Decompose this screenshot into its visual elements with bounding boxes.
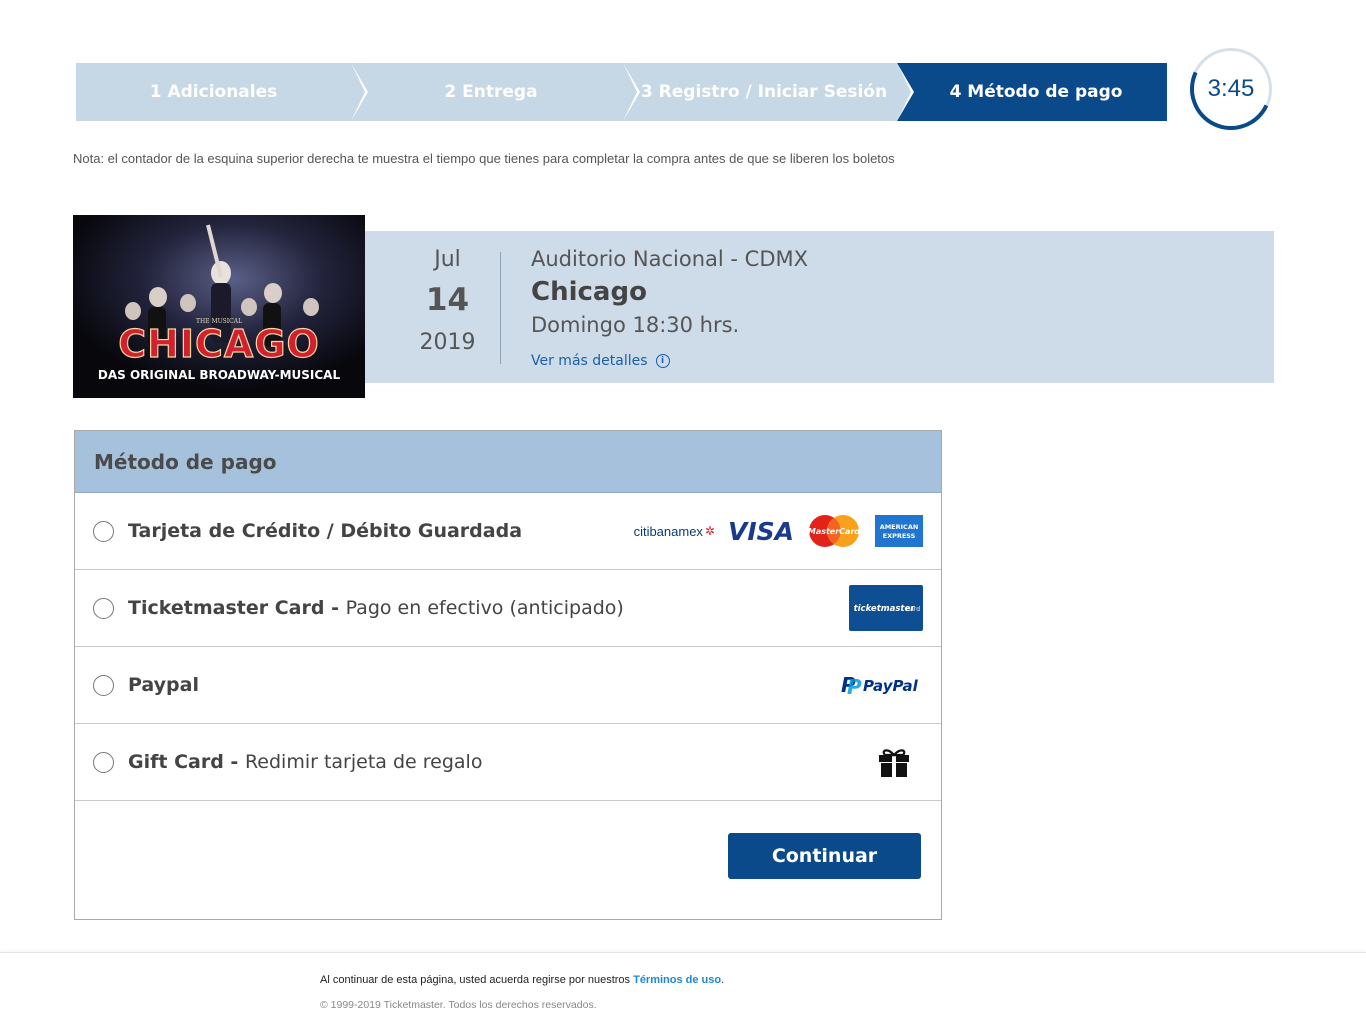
- mastercard-logo: MasterCard: [808, 515, 861, 547]
- ticketmaster-card-logo: ticketmaster Card: [849, 585, 923, 631]
- footer: Al continuar de esta página, usted acuer…: [0, 952, 1366, 1028]
- poster-image: THE MUSICAL CHICAGO DAS ORIGINAL BROADWA…: [73, 215, 365, 398]
- svg-text:AMERICAN: AMERICAN: [880, 523, 919, 531]
- option-gift-card[interactable]: Gift Card - Redimir tarjeta de regalo: [75, 724, 941, 801]
- paypal-logo: P P PayPal: [841, 673, 919, 698]
- checkout-stepper: 1 Adicionales 2 Entrega 3 Registro / Ini…: [76, 63, 1167, 121]
- terms-text: Al continuar de esta página, usted acuer…: [320, 974, 725, 986]
- event-day: 14: [425, 282, 470, 318]
- date-divider: [500, 252, 501, 364]
- event-venue: Auditorio Nacional - CDMX: [531, 247, 808, 271]
- step-adicionales[interactable]: 1 Adicionales: [76, 63, 368, 121]
- citibanamex-logo: citibanamex ✲: [633, 523, 715, 539]
- option-label: Ticketmaster Card -: [128, 597, 346, 619]
- poster-title: CHICAGO: [118, 322, 320, 366]
- radio-gift-card[interactable]: [93, 751, 114, 773]
- option-paypal[interactable]: Paypal P P PayPal: [75, 647, 941, 724]
- svg-text:VISA: VISA: [729, 518, 793, 544]
- svg-text:PayPal: PayPal: [863, 677, 919, 695]
- step-label: 4 Método de pago: [949, 82, 1123, 102]
- more-details-link[interactable]: Ver más detalles i: [531, 353, 670, 369]
- event-time: Domingo 18:30 hrs.: [531, 313, 740, 337]
- option-saved-card[interactable]: Tarjeta de Crédito / Débito Guardada cit…: [75, 493, 941, 570]
- step-label: 1 Adicionales: [149, 82, 278, 102]
- step-label: 2 Entrega: [444, 82, 538, 102]
- svg-text:P: P: [847, 675, 862, 698]
- poster-subtitle: DAS ORIGINAL BROADWAY-MUSICAL: [98, 368, 341, 382]
- info-icon: i: [655, 354, 670, 368]
- step-label: 3 Registro / Iniciar Sesión: [640, 82, 888, 102]
- copyright: © 1999-2019 Ticketmaster. Todos los dere…: [320, 999, 597, 1011]
- gift-icon: [879, 749, 909, 777]
- event-summary: [365, 231, 1274, 383]
- option-label: Tarjeta de Crédito / Débito Guardada: [128, 520, 523, 542]
- event-year: 2019: [419, 330, 476, 355]
- amex-logo: AMERICAN EXPRESS: [875, 515, 923, 547]
- radio-saved-card[interactable]: [93, 520, 114, 542]
- event-month: Jul: [434, 247, 461, 272]
- step-registro[interactable]: 3 Registro / Iniciar Sesión: [623, 63, 914, 121]
- more-details-label: Ver más detalles: [531, 353, 648, 369]
- continue-button[interactable]: Continuar: [728, 833, 921, 879]
- terms-link[interactable]: Términos de uso: [633, 974, 721, 986]
- option-ticketmaster-card[interactable]: Ticketmaster Card - Pago en efectivo (an…: [75, 570, 941, 647]
- radio-paypal[interactable]: [93, 674, 114, 696]
- step-entrega[interactable]: 2 Entrega: [351, 63, 640, 121]
- panel-header: Método de pago: [75, 431, 941, 493]
- option-label: Gift Card -: [128, 751, 245, 773]
- svg-text:Card: Card: [906, 606, 920, 613]
- radio-ticketmaster-card[interactable]: [93, 597, 114, 619]
- event-poster: THE MUSICAL CHICAGO DAS ORIGINAL BROADWA…: [73, 215, 365, 398]
- svg-text:MasterCard: MasterCard: [808, 527, 861, 536]
- timer-note: Nota: el contador de la esquina superior…: [73, 151, 895, 166]
- visa-logo: VISA: [729, 518, 793, 544]
- card-logos: citibanamex ✲ VISA MasterCard AMERICAN EX…: [634, 514, 923, 548]
- event-date: Jul 14 2019: [400, 243, 495, 355]
- countdown-timer: 3:45: [1178, 36, 1284, 142]
- event-title: Chicago: [531, 277, 647, 307]
- option-label: Paypal: [128, 674, 199, 696]
- timer-value: 3:45: [1207, 75, 1255, 102]
- svg-text:EXPRESS: EXPRESS: [883, 532, 916, 540]
- payment-method-panel: Método de pago Tarjeta de Crédito / Débi…: [74, 430, 942, 920]
- step-metodo-de-pago: 4 Método de pago: [897, 63, 1167, 121]
